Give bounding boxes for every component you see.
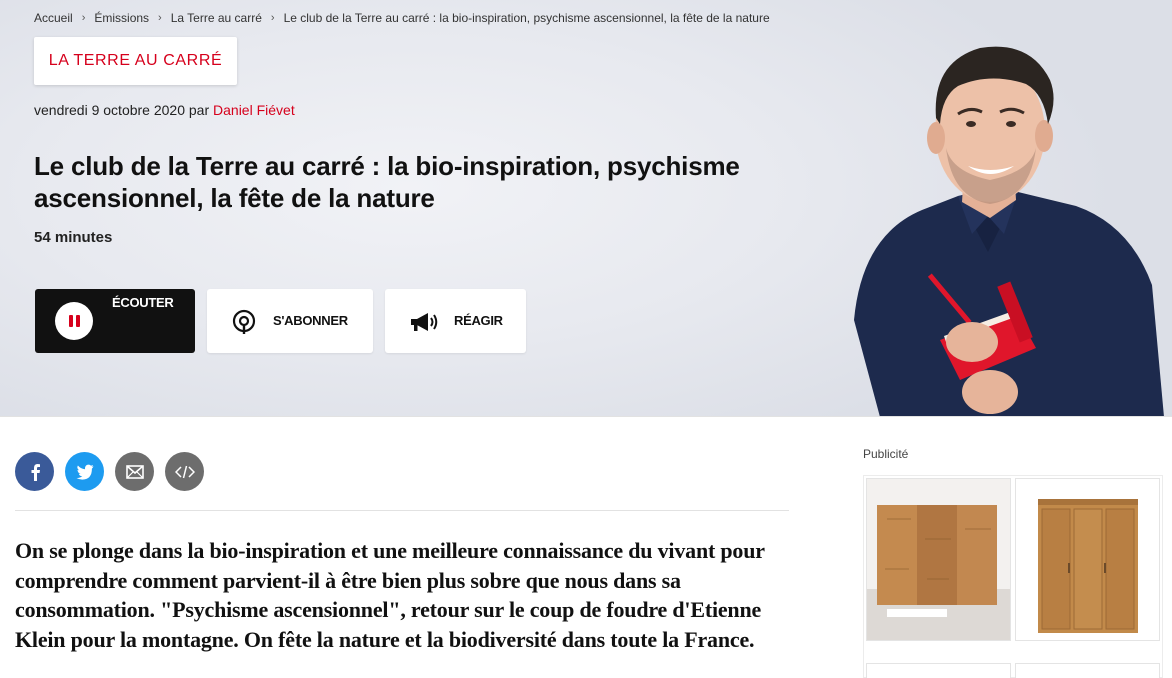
ad-product-card[interactable]: [1015, 663, 1160, 678]
chevron-right-icon: ›: [158, 12, 162, 24]
chevron-right-icon: ›: [270, 12, 275, 24]
ad-product-card[interactable]: [1015, 478, 1160, 641]
megaphone-icon: [411, 313, 438, 331]
chevron-right-icon: ›: [81, 12, 86, 24]
listen-button[interactable]: ÉCOUTER: [35, 289, 195, 353]
mail-icon: [125, 464, 144, 479]
author-link[interactable]: Daniel Fiévet: [213, 102, 295, 118]
embed-code-icon: [174, 465, 195, 478]
pause-icon: [55, 302, 93, 340]
subscribe-label: S'ABONNER: [273, 313, 348, 328]
breadcrumb-home[interactable]: Accueil: [34, 11, 73, 25]
show-tag-link[interactable]: LA TERRE AU CARRÉ: [34, 37, 237, 85]
episode-duration: 54 minutes: [34, 229, 113, 246]
episode-hero: Accueil › Émissions › La Terre au carré …: [0, 0, 1172, 417]
by-label: par: [188, 102, 210, 118]
host-portrait-image: [854, 46, 1164, 416]
episode-description: On se plonge dans la bio-inspiration et …: [15, 538, 765, 652]
breadcrumb: Accueil › Émissions › La Terre au carré …: [34, 10, 770, 26]
facebook-icon: [31, 463, 40, 481]
podcast-icon: [232, 309, 256, 334]
ad-product-card[interactable]: [866, 663, 1011, 678]
listen-label: ÉCOUTER: [112, 295, 174, 310]
wardrobe-image: [1016, 479, 1159, 640]
breadcrumb-show[interactable]: La Terre au carré: [171, 11, 262, 25]
advertisement[interactable]: ▷ ✕: [863, 475, 1163, 678]
subscribe-button[interactable]: S'ABONNER: [207, 289, 373, 353]
react-button[interactable]: RÉAGIR: [385, 289, 526, 353]
share-twitter-button[interactable]: [65, 452, 104, 491]
page-title: Le club de la Terre au carré : la bio-in…: [34, 151, 740, 213]
episode-date: vendredi 9 octobre 2020: [34, 102, 185, 118]
ad-product-card[interactable]: [866, 478, 1011, 641]
episode-meta: vendredi 9 octobre 2020 par Daniel Fiéve…: [34, 102, 295, 118]
share-embed-button[interactable]: [165, 452, 204, 491]
content-divider: [15, 510, 789, 511]
twitter-icon: [76, 464, 93, 480]
breadcrumb-emissions[interactable]: Émissions: [94, 11, 149, 25]
share-email-button[interactable]: [115, 452, 154, 491]
breadcrumb-current: Le club de la Terre au carré : la bio-in…: [283, 11, 770, 25]
share-facebook-button[interactable]: [15, 452, 54, 491]
ad-label: Publicité: [863, 447, 909, 461]
react-label: RÉAGIR: [454, 313, 503, 328]
wardrobe-image: [867, 479, 1010, 640]
